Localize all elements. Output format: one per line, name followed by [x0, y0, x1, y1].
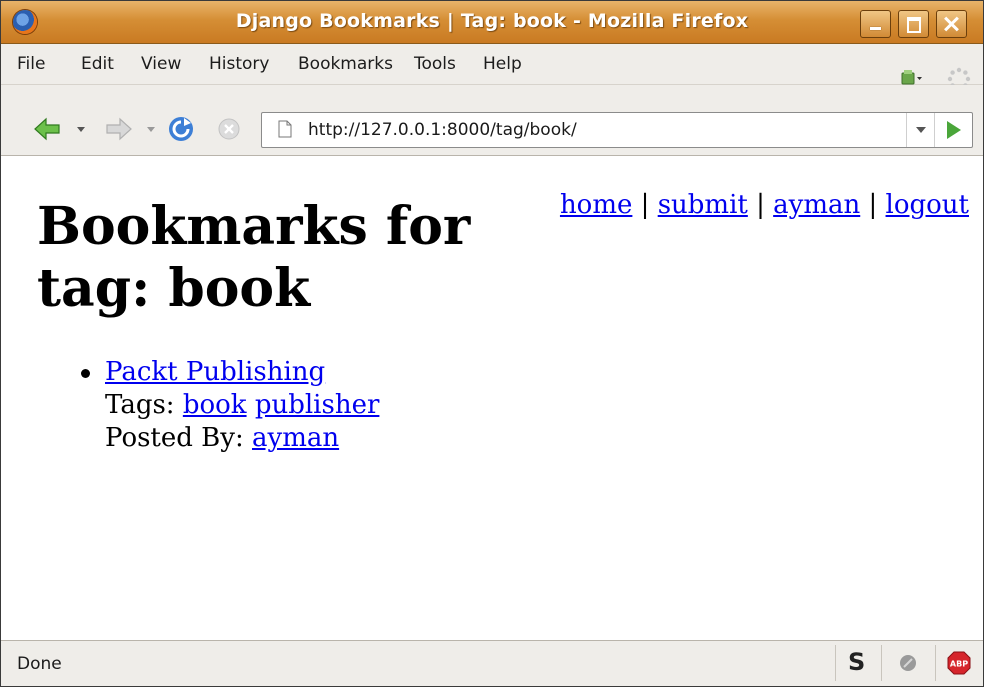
window-title: Django Bookmarks | Tag: book - Mozilla F…: [235, 10, 749, 32]
nav-link-user[interactable]: ayman: [773, 190, 860, 220]
go-button[interactable]: [934, 113, 973, 147]
bullet-icon: [81, 369, 90, 378]
nav-link-home[interactable]: home: [560, 190, 632, 220]
tag-link[interactable]: book: [183, 390, 247, 420]
url-history-dropdown-icon[interactable]: [906, 113, 935, 147]
close-icon: [937, 11, 966, 37]
close-button[interactable]: [936, 10, 967, 38]
tags-label: Tags:: [105, 390, 175, 420]
disabled-status-cell[interactable]: [881, 645, 936, 681]
back-arrow-icon[interactable]: [33, 117, 61, 141]
status-bar: Done S ABP: [1, 640, 983, 686]
nav-separator: |: [756, 190, 765, 220]
maximize-icon: [899, 11, 928, 37]
browser-window: Django Bookmarks | Tag: book - Mozilla F…: [0, 0, 984, 687]
tag-link[interactable]: publisher: [255, 390, 380, 420]
adblock-status-cell[interactable]: ABP: [935, 645, 982, 681]
posted-by-user-link[interactable]: ayman: [252, 423, 339, 453]
forward-arrow-icon[interactable]: [105, 117, 133, 141]
minimize-button[interactable]: [860, 10, 891, 38]
menu-bar: File Edit View History Bookmarks Tools H…: [1, 44, 983, 85]
site-navigation: home | submit | ayman | logout: [560, 188, 969, 222]
menu-help[interactable]: Help: [483, 54, 522, 74]
menu-file[interactable]: File: [17, 54, 45, 74]
nav-link-logout[interactable]: logout: [886, 190, 969, 220]
page-title: Bookmarks for tag: book: [37, 196, 471, 319]
sync-status-cell[interactable]: S: [835, 645, 882, 681]
url-bar[interactable]: [261, 112, 973, 148]
bookmark-title-link[interactable]: Packt Publishing: [105, 357, 325, 387]
nav-separator: |: [868, 190, 878, 220]
nav-separator: |: [640, 190, 650, 220]
maximize-button[interactable]: [898, 10, 929, 38]
forward-history-dropdown-icon[interactable]: [147, 126, 157, 134]
back-history-dropdown-icon[interactable]: [77, 126, 87, 134]
menu-view[interactable]: View: [141, 54, 181, 74]
menu-history[interactable]: History: [209, 54, 269, 74]
page-icon: [278, 120, 292, 138]
adblock-label: ABP: [950, 660, 968, 669]
nav-link-submit[interactable]: submit: [658, 190, 748, 220]
title-bar[interactable]: Django Bookmarks | Tag: book - Mozilla F…: [1, 1, 983, 44]
menu-bookmarks[interactable]: Bookmarks: [298, 54, 393, 74]
posted-by-label: Posted By:: [105, 423, 244, 453]
page-content: Bookmarks for tag: book home | submit | …: [1, 156, 983, 640]
menu-tools[interactable]: Tools: [414, 54, 456, 74]
status-text: Done: [17, 654, 62, 674]
sync-s-icon: S: [848, 648, 866, 676]
minimize-icon: [861, 11, 890, 37]
list-item: Packt Publishing Tags: book publisher Po…: [71, 356, 379, 455]
stop-icon[interactable]: [217, 117, 241, 141]
adblock-plus-icon: ABP: [947, 651, 971, 675]
url-input[interactable]: [306, 119, 870, 141]
disabled-circle-icon: [900, 655, 916, 671]
reload-icon[interactable]: [167, 115, 195, 143]
menu-edit[interactable]: Edit: [81, 54, 114, 74]
bookmark-list: Packt Publishing Tags: book publisher Po…: [71, 356, 379, 455]
